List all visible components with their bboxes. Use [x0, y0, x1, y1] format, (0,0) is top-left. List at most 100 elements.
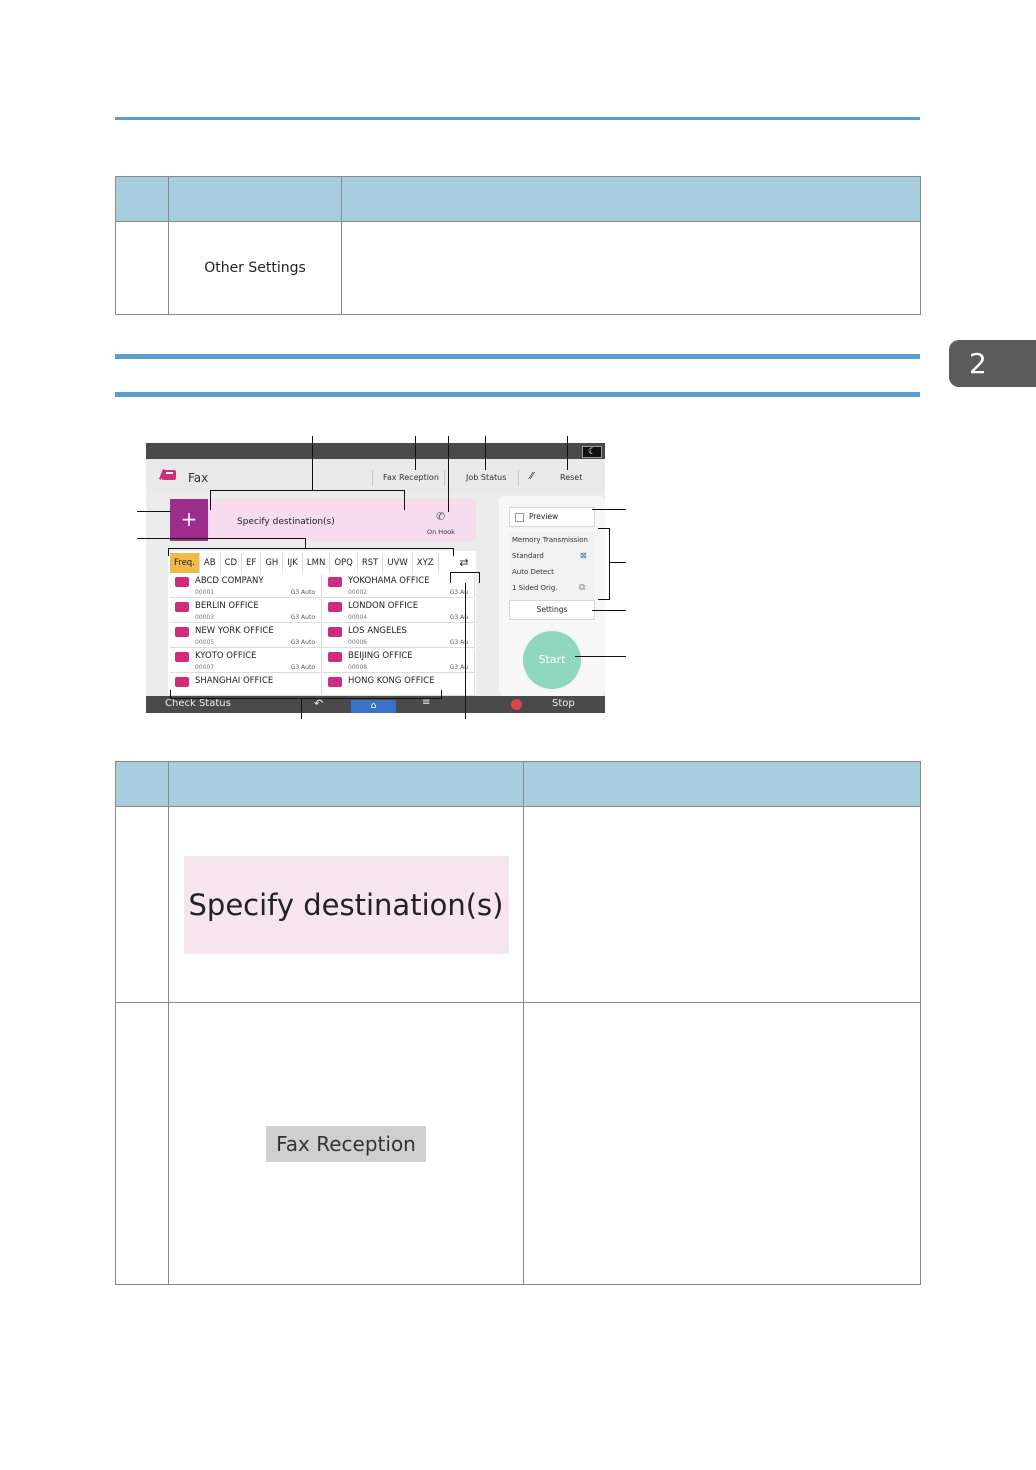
fax-destination-icon	[328, 577, 342, 587]
callout-line	[137, 538, 305, 539]
table-header-row	[115, 176, 921, 222]
list-item[interactable]: BEIJING OFFICE 00008 G3 Au	[323, 649, 475, 673]
add-destination-button[interactable]: +	[170, 499, 208, 541]
reset-icon: ⁄⁄	[530, 471, 534, 482]
list-item[interactable]: HONG KONG OFFICE	[323, 674, 475, 696]
table-row: Fax Reception	[115, 1002, 921, 1285]
tab-cd[interactable]: CD	[221, 553, 243, 573]
callout-line	[609, 528, 610, 600]
stop-icon	[511, 699, 522, 710]
callout-line	[170, 698, 442, 699]
list-item[interactable]: YOKOHAMA OFFICE 00002 G3 Au	[323, 574, 475, 598]
header-divider	[518, 470, 519, 486]
tab-xyz[interactable]: XYZ	[413, 553, 439, 573]
callout-line	[441, 690, 442, 698]
tab-freq[interactable]: Freq.	[170, 553, 200, 573]
fax-screen-screenshot: ☾ Fax Fax Reception Job Status ⁄⁄ Reset …	[146, 443, 605, 713]
section-rule-lower	[115, 392, 920, 397]
phone-icon[interactable]: ✆	[436, 510, 445, 523]
tab-ef[interactable]: EF	[242, 553, 262, 573]
callout-line	[404, 490, 405, 510]
callout-line	[575, 656, 626, 657]
callout-line	[168, 548, 169, 556]
resolution-icon: ⊠	[580, 551, 587, 560]
preview-checkbox[interactable]: Preview	[509, 507, 595, 527]
callout-line	[301, 698, 302, 719]
callout-line	[448, 436, 449, 512]
other-settings-label: Other Settings	[168, 221, 342, 315]
destination-field-label: Specify destination(s)	[237, 517, 335, 527]
callout-line	[210, 490, 405, 491]
callout-line	[465, 583, 466, 719]
list-item[interactable]: LOS ANGELES 00006 G3 Au	[323, 624, 475, 648]
settings-line: Standard	[512, 552, 544, 560]
fax-destination-icon	[328, 627, 342, 637]
status-bar	[146, 443, 605, 459]
fax-app-icon	[159, 469, 176, 480]
table-row: Other Settings	[115, 221, 921, 315]
table-row: Specify destination(s)	[115, 806, 921, 1003]
tab-gh[interactable]: GH	[261, 553, 284, 573]
fax-destination-icon	[328, 602, 342, 612]
tab-opq[interactable]: OPQ	[330, 553, 358, 573]
chapter-tab: 2	[949, 340, 1036, 387]
tab-rst[interactable]: RST	[358, 553, 384, 573]
switch-list-icon[interactable]: ⇄	[454, 553, 474, 573]
app-header	[146, 459, 605, 493]
callout-line	[485, 436, 486, 470]
callout-line	[479, 572, 480, 583]
check-status-button[interactable]: Check Status	[165, 698, 231, 709]
callout-line	[210, 490, 211, 510]
specify-destination-sample: Specify destination(s)	[183, 855, 509, 954]
settings-line: Auto Detect	[512, 568, 554, 576]
list-item[interactable]: NEW YORK OFFICE 00005 G3 Auto	[170, 624, 322, 648]
fax-destination-icon	[175, 577, 189, 587]
fax-destination-icon	[175, 627, 189, 637]
callout-line	[453, 548, 454, 556]
fax-destination-icon	[175, 652, 189, 662]
home-icon[interactable]: ⌂	[351, 700, 396, 713]
callout-line	[137, 511, 171, 512]
fax-destination-icon	[175, 677, 189, 687]
reset-button[interactable]: Reset	[560, 473, 582, 482]
checkbox-icon	[515, 513, 524, 522]
list-item[interactable]: SHANGHAI OFFICE	[170, 674, 322, 696]
table-header-row	[115, 761, 921, 807]
settings-line: Memory Transmission	[512, 536, 588, 544]
list-item[interactable]: KYOTO OFFICE 00007 G3 Auto	[170, 649, 322, 673]
header-divider	[372, 470, 373, 486]
callout-line	[592, 509, 626, 510]
screen-elements-table: Specify destination(s) Fax Reception	[115, 761, 921, 1285]
list-item[interactable]: LONDON OFFICE 00004 G3 Au	[323, 599, 475, 623]
on-hook-label: On Hook	[427, 528, 455, 536]
one-sided-icon: ⧉	[579, 583, 586, 593]
app-title: Fax	[188, 471, 209, 485]
callout-line	[598, 599, 610, 600]
stop-button[interactable]: Stop	[552, 698, 575, 709]
callout-line	[609, 562, 626, 563]
list-item[interactable]: BERLIN OFFICE 00003 G3 Auto	[170, 599, 322, 623]
fax-destination-icon	[328, 652, 342, 662]
settings-button[interactable]: Settings	[509, 600, 595, 620]
tab-uvw[interactable]: UVW	[383, 553, 413, 573]
energy-saver-icon[interactable]: ☾	[582, 446, 602, 458]
list-item[interactable]: ABCD COMPANY 00001 G3 Auto	[170, 574, 322, 598]
callout-line	[450, 572, 480, 573]
start-button[interactable]: Start	[523, 631, 581, 689]
callout-line	[450, 572, 451, 583]
callout-line	[168, 548, 454, 549]
callout-line	[170, 690, 171, 698]
tab-ab[interactable]: AB	[200, 553, 221, 573]
tab-ijk[interactable]: IJK	[283, 553, 303, 573]
section-rule-upper	[115, 354, 920, 359]
fax-reception-sample: Fax Reception	[266, 1125, 426, 1162]
fax-reception-button[interactable]: Fax Reception	[383, 473, 439, 482]
page-top-rule	[115, 117, 920, 120]
tab-lmn[interactable]: LMN	[303, 553, 331, 573]
settings-table: Other Settings	[115, 176, 921, 315]
fax-destination-icon	[175, 602, 189, 612]
callout-line	[312, 436, 313, 490]
job-status-button[interactable]: Job Status	[466, 473, 506, 482]
callout-line	[567, 436, 568, 470]
address-book-tabs: Freq. AB CD EF GH IJK LMN OPQ RST UVW XY…	[170, 553, 439, 573]
